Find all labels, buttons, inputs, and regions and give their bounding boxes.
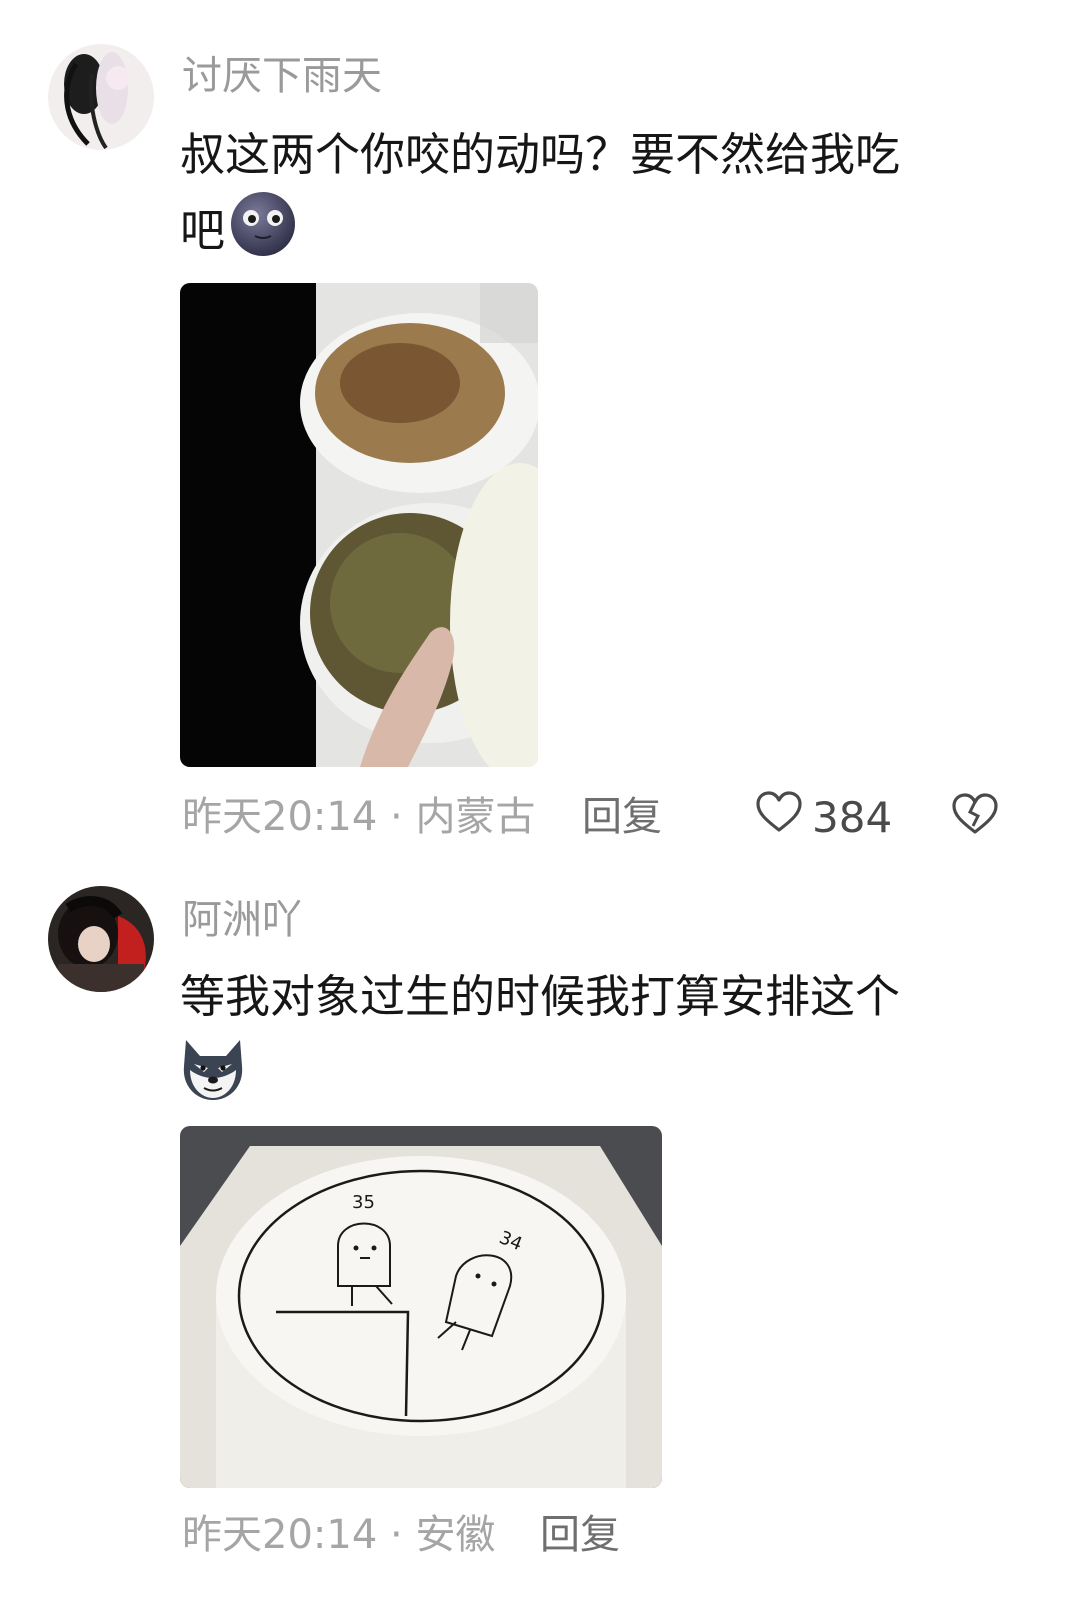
heart-icon: [756, 791, 802, 844]
comment-meta: 昨天20:14 · 内蒙古: [182, 792, 535, 842]
username[interactable]: 讨厌下雨天: [182, 52, 382, 100]
comment-text-line: 叔这两个你咬的动吗？要不然给我吃: [180, 128, 901, 181]
wolf-face-icon: [178, 1036, 248, 1106]
dislike-button[interactable]: [952, 793, 998, 839]
moon-face-icon: [229, 190, 297, 278]
comment-item: 阿洲吖 等我对象过生的时候我打算安排这个 35 34 昨天20:14 · 安徽 …: [0, 860, 1080, 1606]
reply-button[interactable]: 回复: [582, 792, 662, 842]
avatar[interactable]: [48, 44, 154, 150]
cake-label-35: 35: [352, 1192, 375, 1213]
comment-image[interactable]: [180, 283, 538, 767]
comment-time: 昨天20:14: [182, 794, 378, 840]
comment-time: 昨天20:14: [182, 1512, 378, 1558]
meta-separator: ·: [390, 794, 403, 840]
comment-text-tail: 吧: [180, 204, 226, 257]
reply-button[interactable]: 回复: [540, 1510, 620, 1560]
comment-text: 等我对象过生的时候我打算安排这个: [180, 962, 1010, 1032]
comment-text-line: 等我对象过生的时候我打算安排这个: [180, 970, 901, 1023]
comment-text-line-2: 吧: [180, 190, 1010, 278]
broken-heart-icon: [952, 793, 998, 839]
comment-item: 讨厌下雨天 叔这两个你咬的动吗？要不然给我吃 吧 昨天20:14 · 内蒙古 回…: [0, 0, 1080, 860]
like-button[interactable]: 384: [756, 791, 892, 844]
like-count: 384: [812, 792, 893, 842]
comment-location: 安徽: [415, 1512, 496, 1558]
meta-separator: ·: [390, 1512, 403, 1558]
avatar[interactable]: [48, 886, 154, 992]
username[interactable]: 阿洲吖: [182, 896, 302, 944]
comment-text: 叔这两个你咬的动吗？要不然给我吃 吧: [180, 120, 1010, 278]
comment-meta: 昨天20:14 · 安徽: [182, 1510, 495, 1560]
comment-image[interactable]: 35 34: [180, 1126, 662, 1488]
comment-location: 内蒙古: [415, 794, 536, 840]
